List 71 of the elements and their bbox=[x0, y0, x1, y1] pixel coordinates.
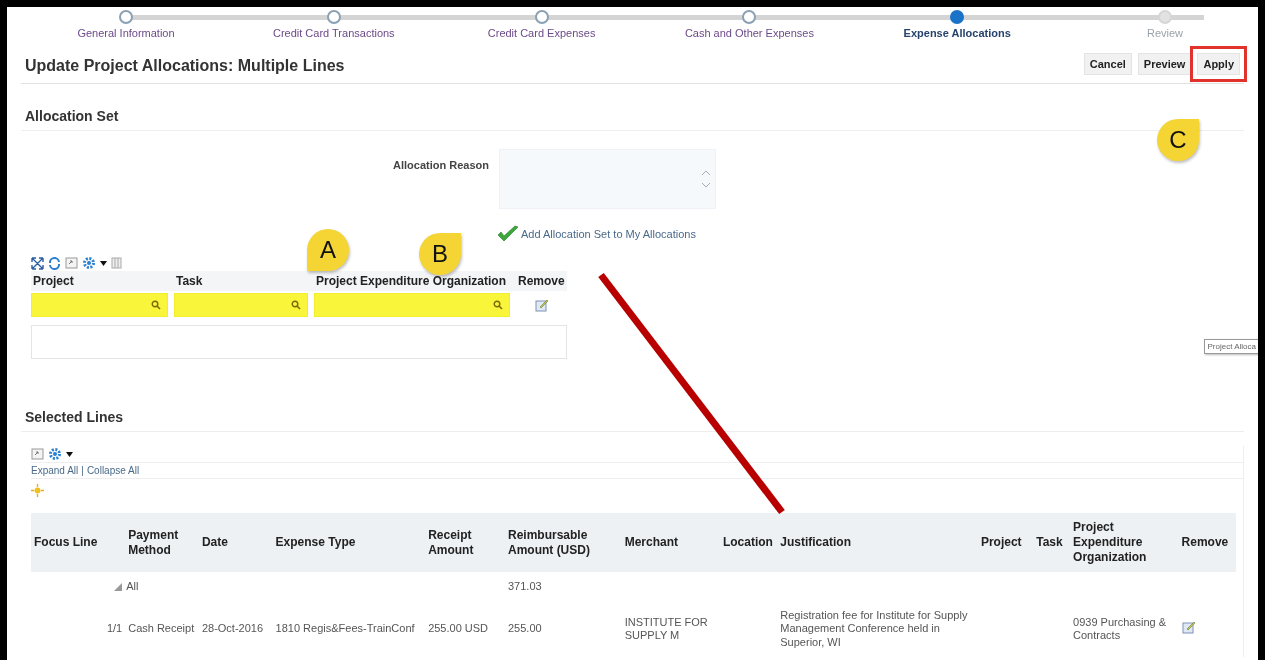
column-header: Payment Method bbox=[125, 513, 199, 572]
search-icon[interactable] bbox=[151, 300, 161, 310]
lookup-field[interactable] bbox=[31, 293, 168, 317]
column-header: Task bbox=[1033, 513, 1071, 572]
tooltip: Project Alloca bbox=[1203, 339, 1258, 354]
settings-icon[interactable] bbox=[82, 256, 96, 270]
sun-icon[interactable] bbox=[31, 484, 44, 497]
step-marker[interactable] bbox=[119, 10, 133, 24]
caret-icon[interactable] bbox=[66, 451, 73, 457]
table-cell-text: 1810 Regis&Fees-TrainConf bbox=[274, 621, 416, 637]
table-cell-text: 28-Oct-2016 bbox=[200, 621, 265, 637]
reason-field[interactable] bbox=[498, 149, 716, 209]
table-cell-text: 1/1 bbox=[105, 621, 124, 637]
search-icon[interactable] bbox=[493, 300, 503, 310]
field-label: Allocation Reason bbox=[393, 159, 489, 173]
expand-all-link[interactable]: Expand All bbox=[31, 465, 79, 476]
step-label[interactable]: Credit Card Expenses bbox=[487, 27, 596, 39]
callout-badge: C bbox=[1157, 119, 1199, 161]
table-cell-text: 255.00 bbox=[506, 621, 543, 637]
search-icon[interactable] bbox=[291, 300, 301, 310]
column-header: Expense Type bbox=[272, 513, 426, 572]
column-header: Location bbox=[719, 513, 778, 572]
column-header: Remove bbox=[1178, 513, 1236, 572]
checkmark-icon[interactable] bbox=[497, 225, 519, 243]
lookup-field[interactable] bbox=[314, 293, 510, 317]
action-button[interactable]: Cancel bbox=[1083, 53, 1132, 75]
refresh-icon[interactable] bbox=[48, 256, 61, 270]
lookup-field[interactable] bbox=[174, 293, 308, 317]
detach-icon[interactable] bbox=[65, 257, 78, 269]
callout-badge: A bbox=[307, 229, 349, 271]
column-header: Focus Line bbox=[31, 513, 126, 572]
detach-icon[interactable] bbox=[31, 448, 44, 460]
table-cell-text: Cash Receipt bbox=[127, 621, 196, 637]
step-label[interactable]: Expense Allocations bbox=[903, 27, 1011, 39]
caret-icon[interactable] bbox=[100, 260, 107, 266]
section-heading: Selected Lines bbox=[21, 385, 1244, 432]
column-header: Project bbox=[977, 513, 1034, 572]
table-cell-text: 255.00 USD bbox=[427, 621, 490, 637]
edit-icon[interactable] bbox=[534, 298, 549, 312]
column-header: Date bbox=[198, 513, 273, 572]
collapse-all-link[interactable]: Collapse All bbox=[86, 465, 140, 476]
column-header: Remove bbox=[516, 271, 567, 291]
expanded-triangle-icon[interactable] bbox=[114, 582, 123, 591]
add-allocation-link[interactable]: Add Allocation Set to My Allocations bbox=[521, 228, 696, 240]
table-cell-text: 0939 Purchasing & Contracts bbox=[1072, 614, 1167, 643]
table-cell: 371.03 bbox=[504, 572, 622, 602]
page-title: Update Project Allocations: Multiple Lines bbox=[25, 57, 345, 75]
settings-icon[interactable] bbox=[48, 447, 62, 461]
column-header: Merchant bbox=[621, 513, 720, 572]
column-header: Justification bbox=[777, 513, 978, 572]
step-marker[interactable] bbox=[950, 10, 965, 24]
step-label[interactable]: Credit Card Transactions bbox=[272, 27, 395, 39]
action-button[interactable]: Preview bbox=[1137, 53, 1192, 75]
expand-icon[interactable] bbox=[31, 256, 44, 270]
column-header: Project Expenditure Organization bbox=[1070, 513, 1179, 572]
step-marker[interactable] bbox=[326, 10, 341, 24]
column-header: Receipt Amount bbox=[425, 513, 505, 572]
column-header: Project bbox=[31, 271, 174, 291]
link-separator: | bbox=[81, 465, 84, 476]
edit-icon[interactable] bbox=[1181, 620, 1196, 635]
step-label[interactable]: Cash and Other Expenses bbox=[684, 27, 814, 39]
step-marker[interactable] bbox=[534, 10, 549, 24]
step-marker[interactable] bbox=[742, 10, 757, 24]
group-label: All bbox=[126, 580, 139, 594]
column-header: Task bbox=[174, 271, 314, 291]
step-label[interactable]: General Information bbox=[77, 27, 175, 39]
column-header: Project Expenditure Organization bbox=[314, 271, 516, 291]
callout-badge: B bbox=[419, 233, 461, 275]
table-cell-text: Registration fee for Institute for Supply Management Conference held in Superior, WI bbox=[779, 608, 969, 650]
table-cell-text: INSTITUTE FOR SUPPLY M bbox=[623, 614, 709, 643]
column-header: Reimbursable Amount (USD) bbox=[504, 513, 622, 572]
